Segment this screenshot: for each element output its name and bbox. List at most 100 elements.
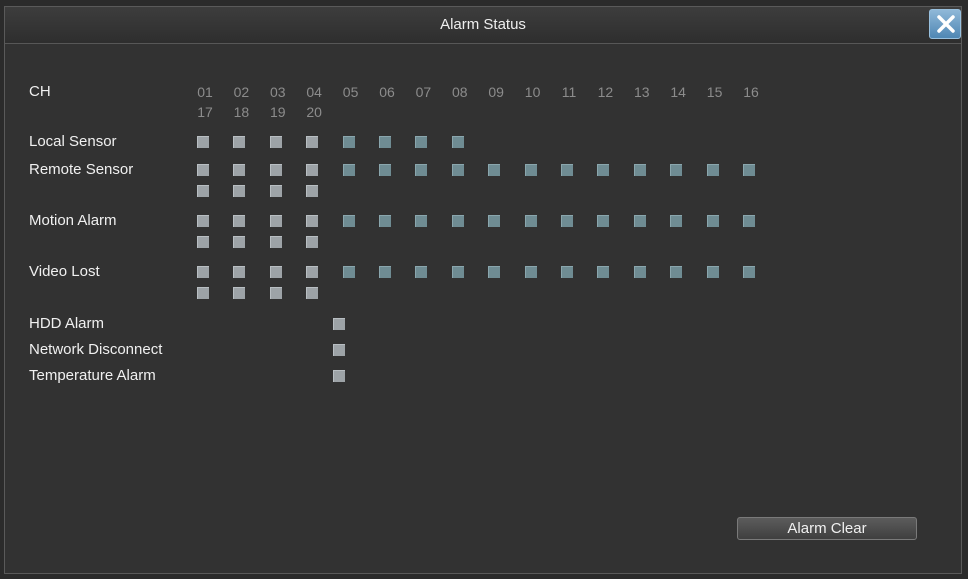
video-lost-ch1-indicator [197,266,209,278]
remote-sensor-ch12-indicator [597,164,610,176]
channel-number: 01 [197,84,213,100]
row-label-motion-alarm: Motion Alarm [29,212,117,229]
motion-alarm-ch13-indicator [633,215,646,227]
local-sensor-ch3-indicator [269,136,282,148]
channel-number: 16 [743,84,759,100]
video-lost-ch8-indicator [451,266,464,278]
motion-alarm-ch1-indicator [197,215,209,227]
motion-alarm-ch14-indicator [670,215,683,227]
title-bar: Alarm Status [5,7,961,44]
motion-alarm-ch7-indicator [415,215,428,227]
motion-alarm-ch3-indicator [269,215,282,227]
remote-sensor-ch3-indicator [269,164,282,176]
video-lost-ch19-indicator [269,287,282,299]
remote-sensor-ch7-indicator [415,164,428,176]
video-lost-ch11-indicator [561,266,573,278]
motion-alarm-ch18-indicator [233,236,246,248]
local-sensor-ch7-indicator [415,136,428,148]
motion-alarm-ch10-indicator [524,215,537,227]
remote-sensor-ch13-indicator [633,164,646,176]
remote-sensor-ch8-indicator [451,164,464,176]
remote-sensor-ch19-indicator [269,185,282,197]
video-lost-ch6-indicator [379,266,391,278]
channel-number: 07 [415,84,432,100]
channel-number: 06 [379,84,395,100]
channel-number: 10 [524,84,541,100]
local-sensor-ch8-indicator [451,136,464,148]
channel-number: 19 [270,104,286,120]
motion-alarm-ch16-indicator [743,215,755,227]
channel-number: 13 [634,84,650,100]
channel-number: 09 [488,84,504,100]
local-sensor-ch4-indicator [306,136,319,148]
channel-number: 18 [233,104,250,120]
video-lost-ch18-indicator [233,287,246,299]
motion-alarm-ch9-indicator [488,215,501,227]
row-label-video-lost: Video Lost [29,263,100,280]
local-sensor-ch6-indicator [379,136,391,148]
network-disconnect-indicator [333,344,345,356]
channel-number: 11 [561,84,577,100]
remote-sensor-ch16-indicator [743,164,755,176]
video-lost-ch9-indicator [488,266,501,278]
alarm-clear-button[interactable]: Alarm Clear [737,517,917,540]
video-lost-ch20-indicator [306,287,319,299]
remote-sensor-ch15-indicator [706,164,719,176]
alarm-status-dialog: Alarm Status CH Alarm Clear 01 02 03 04 05 06… [4,6,962,574]
local-sensor-ch5-indicator [342,136,355,148]
motion-alarm-ch12-indicator [597,215,610,227]
motion-alarm-ch20-indicator [306,236,319,248]
motion-alarm-ch6-indicator [379,215,391,227]
channel-number: 17 [197,104,213,120]
channel-number: 05 [342,84,359,100]
remote-sensor-ch9-indicator [488,164,501,176]
video-lost-ch3-indicator [269,266,282,278]
temperature-alarm-indicator [333,370,345,382]
channel-number: 04 [306,84,322,100]
motion-alarm-ch5-indicator [342,215,355,227]
remote-sensor-ch4-indicator [306,164,319,176]
motion-alarm-ch2-indicator [233,215,246,227]
video-lost-ch17-indicator [197,287,209,299]
remote-sensor-ch1-indicator [197,164,209,176]
channel-number: 12 [597,84,614,100]
remote-sensor-ch17-indicator [197,185,209,197]
row-label-network-disconnect: Network Disconnect [29,341,163,358]
channel-number: 08 [452,84,468,100]
channel-number: 15 [706,84,723,100]
remote-sensor-ch2-indicator [233,164,246,176]
remote-sensor-ch11-indicator [561,164,573,176]
remote-sensor-ch18-indicator [233,185,246,197]
remote-sensor-ch14-indicator [670,164,683,176]
video-lost-ch2-indicator [233,266,246,278]
row-label-remote-sensor: Remote Sensor [29,161,134,178]
video-lost-ch5-indicator [342,266,355,278]
video-lost-ch15-indicator [706,266,719,278]
channel-number: 03 [270,84,286,100]
video-lost-ch12-indicator [597,266,610,278]
local-sensor-ch1-indicator [197,136,209,148]
hdd-alarm-indicator [333,318,345,330]
video-lost-ch4-indicator [306,266,319,278]
local-sensor-ch2-indicator [233,136,246,148]
dialog-title: Alarm Status [440,16,526,33]
motion-alarm-ch11-indicator [561,215,573,227]
close-button[interactable] [929,9,961,39]
video-lost-ch10-indicator [524,266,537,278]
motion-alarm-ch8-indicator [451,215,464,227]
row-label-temperature-alarm: Temperature Alarm [29,367,156,384]
remote-sensor-ch20-indicator [306,185,319,197]
row-label-hdd-alarm: HDD Alarm [29,315,105,332]
remote-sensor-ch5-indicator [342,164,355,176]
motion-alarm-ch19-indicator [269,236,282,248]
channel-number: 14 [670,84,686,100]
video-lost-ch14-indicator [670,266,683,278]
motion-alarm-ch17-indicator [197,236,209,248]
motion-alarm-ch4-indicator [306,215,319,227]
channel-header-label: CH [29,83,51,100]
remote-sensor-ch6-indicator [379,164,391,176]
row-label-local-sensor: Local Sensor [29,133,117,150]
motion-alarm-ch15-indicator [706,215,719,227]
channel-number: 20 [306,104,322,120]
channel-number: 02 [233,84,250,100]
